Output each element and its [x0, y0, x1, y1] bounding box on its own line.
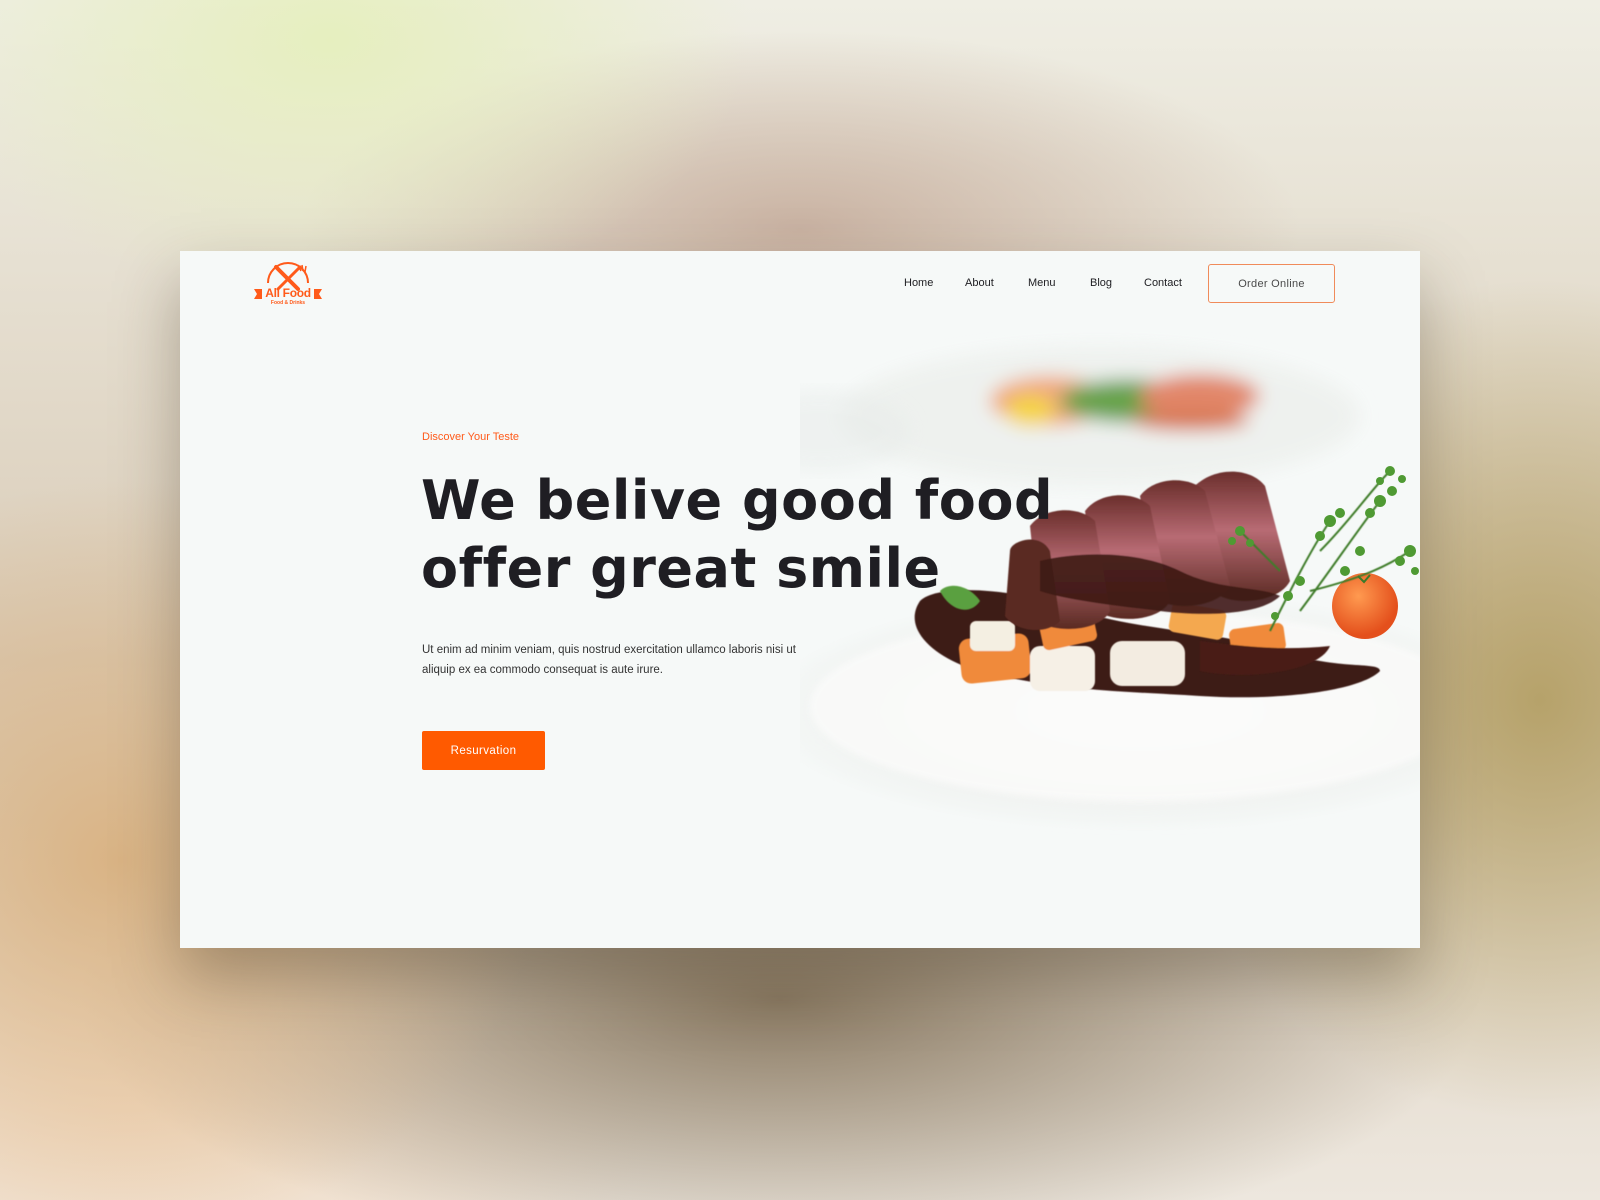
nav-item-menu[interactable]: Menu: [1028, 277, 1056, 289]
nav-item-blog[interactable]: Blog: [1090, 277, 1112, 289]
hero-description-line-2: aliquip ex ea commodo consequat is aute …: [422, 664, 664, 676]
nav-item-home[interactable]: Home: [904, 277, 933, 289]
hero-eyebrow: Discover Your Teste: [422, 431, 520, 443]
hero-headline-line-1: We belive good food: [421, 469, 1054, 532]
brand-name: All Food: [265, 286, 311, 300]
hero-headline-line-2: offer great smile: [421, 537, 941, 600]
brand-tagline: Food & Drinks: [270, 300, 306, 306]
reservation-button[interactable]: Resurvation: [422, 731, 545, 770]
order-online-button[interactable]: Order Online: [1208, 264, 1335, 303]
landing-page: All Food Food & Drinks Home About Menu B…: [180, 251, 1420, 948]
hero-headline: We belive good food offer great smile: [421, 467, 1054, 603]
nav-item-about[interactable]: About: [965, 277, 994, 289]
hero-description: Ut enim ad minim veniam, quis nostrud ex…: [422, 640, 822, 680]
brand-logo[interactable]: All Food Food & Drinks: [252, 259, 324, 311]
nav-item-contact[interactable]: Contact: [1144, 277, 1182, 289]
hero-description-line-1: Ut enim ad minim veniam, quis nostrud ex…: [422, 644, 796, 656]
